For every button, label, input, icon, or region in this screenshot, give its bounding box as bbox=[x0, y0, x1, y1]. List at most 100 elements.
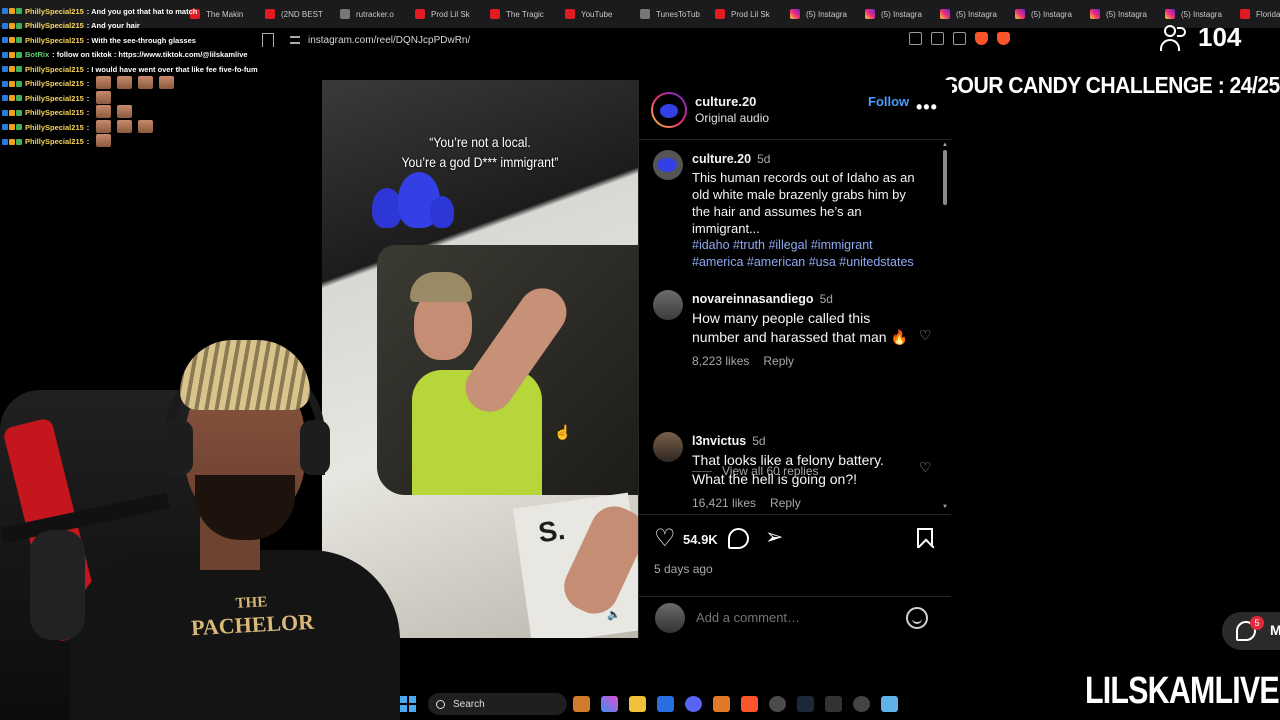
chat-message: BotRix: follow on tiktok : https://www.t… bbox=[2, 48, 322, 63]
youtube-favicon-icon bbox=[490, 9, 500, 19]
follow-button[interactable]: Follow bbox=[868, 94, 909, 109]
brave-shields-icon[interactable] bbox=[975, 32, 988, 45]
like-comment-icon[interactable]: ♡ bbox=[919, 460, 933, 474]
chat-username[interactable]: PhillySpecial215 bbox=[25, 7, 84, 16]
chat-emote-icon bbox=[96, 105, 112, 119]
share-icon[interactable]: ➢ bbox=[765, 525, 783, 549]
comment-username[interactable]: novareinnasandiego bbox=[692, 292, 814, 306]
browser-tab[interactable]: YouTube bbox=[555, 3, 630, 25]
browser-tab[interactable]: Prod Lil Sk bbox=[705, 3, 780, 25]
youtube-favicon-icon bbox=[415, 9, 425, 19]
chat-message: PhillySpecial215: bbox=[2, 105, 322, 121]
chat-text: : With the see-through glasses bbox=[86, 35, 196, 45]
chat-username[interactable]: PhillySpecial215 bbox=[25, 21, 84, 30]
author-avatar[interactable] bbox=[651, 91, 687, 128]
brave-rewards-icon[interactable] bbox=[997, 32, 1010, 45]
chat-badges-icon bbox=[2, 8, 22, 15]
chat-badges-icon bbox=[2, 109, 22, 116]
steam-icon[interactable] bbox=[797, 696, 814, 712]
chat-username[interactable]: PhillySpecial215 bbox=[25, 36, 84, 45]
browser-tab-label: rutracker.o bbox=[356, 9, 394, 19]
browser-tab[interactable]: (5) Instagra bbox=[855, 3, 930, 25]
share-icon[interactable] bbox=[953, 32, 966, 45]
url-text[interactable]: instagram.com/reel/DQNJcpPDwRn/ bbox=[308, 35, 470, 46]
reply-button[interactable]: Reply bbox=[763, 354, 794, 368]
discord-icon[interactable] bbox=[685, 696, 702, 712]
browser-tab[interactable]: (5) Instagra bbox=[1005, 3, 1080, 25]
like-comment-icon[interactable]: ♡ bbox=[919, 328, 933, 342]
comments-scrollbar[interactable]: ▲ ▼ bbox=[942, 142, 948, 512]
chat-message: PhillySpecial215: And you got that hat t… bbox=[2, 4, 322, 19]
viewer-count: 104 bbox=[1160, 22, 1241, 53]
scroll-up-icon[interactable]: ▲ bbox=[942, 142, 948, 148]
comment-avatar[interactable] bbox=[653, 290, 683, 320]
hashtags[interactable]: #idaho #truth #illegal #immigrant #ameri… bbox=[692, 237, 918, 271]
chat-username[interactable]: BotRix bbox=[25, 50, 49, 59]
chat-username[interactable]: PhillySpecial215 bbox=[25, 65, 84, 74]
screenshot-icon[interactable] bbox=[909, 32, 922, 45]
add-comment-bar bbox=[639, 596, 951, 638]
browser-tab-label: (5) Instagra bbox=[956, 9, 997, 19]
obs-icon[interactable] bbox=[769, 696, 786, 712]
comment-likes[interactable]: 8,223 likes bbox=[692, 354, 749, 368]
comment-avatar[interactable] bbox=[653, 150, 683, 180]
windows-start-icon[interactable] bbox=[400, 696, 416, 712]
speaker-icon[interactable]: 🔈 bbox=[607, 608, 621, 621]
browser-tab[interactable]: The Tragic bbox=[480, 3, 555, 25]
comment-username[interactable]: l3nvictus bbox=[692, 434, 746, 448]
save-icon[interactable] bbox=[917, 528, 933, 548]
zoom-icon[interactable] bbox=[931, 32, 944, 45]
chat-username[interactable]: PhillySpecial215 bbox=[25, 108, 84, 117]
messenger-bubble[interactable]: 5 M bbox=[1222, 612, 1280, 650]
chat-username[interactable]: PhillySpecial215 bbox=[25, 123, 84, 132]
chat-username[interactable]: PhillySpecial215 bbox=[25, 137, 84, 146]
chat-username[interactable]: PhillySpecial215 bbox=[25, 79, 84, 88]
post-date: 5 days ago bbox=[654, 562, 713, 576]
chat-badges-icon bbox=[2, 80, 22, 87]
nvidia-icon[interactable] bbox=[825, 696, 842, 712]
reply-button[interactable]: Reply bbox=[770, 496, 801, 510]
comment-icon[interactable] bbox=[728, 528, 749, 549]
chat-text: : bbox=[86, 108, 90, 118]
chat-username[interactable]: PhillySpecial215 bbox=[25, 94, 84, 103]
browser-tab[interactable]: Prod Lil Sk bbox=[405, 3, 480, 25]
app-icon[interactable] bbox=[713, 696, 730, 712]
comment-likes[interactable]: 16,421 likes bbox=[692, 496, 756, 510]
taskbar-search[interactable]: Search bbox=[428, 693, 567, 715]
scroll-down-icon[interactable]: ▼ bbox=[942, 504, 948, 510]
browser-tab[interactable]: (5) Instagra bbox=[930, 3, 1005, 25]
store-icon[interactable] bbox=[657, 696, 674, 712]
file-explorer-icon[interactable] bbox=[629, 696, 646, 712]
4k-downloader-icon[interactable] bbox=[853, 696, 870, 712]
comment-time: 5d bbox=[752, 434, 766, 448]
comment-text: That looks like a felony battery. What t… bbox=[692, 452, 884, 487]
chat-emote-icon bbox=[96, 90, 112, 104]
browser-tab-label: (5) Instagra bbox=[1106, 9, 1147, 19]
instagram-favicon-icon bbox=[940, 9, 950, 19]
browser-tab[interactable]: TunesToTub bbox=[630, 3, 705, 25]
caption-line-1: “You’re not a local. bbox=[429, 134, 531, 150]
comment-username[interactable]: culture.20 bbox=[692, 152, 751, 166]
comment-avatar[interactable] bbox=[653, 432, 683, 462]
weather-app-icon[interactable] bbox=[573, 696, 590, 712]
browser-tab[interactable]: rutracker.o bbox=[330, 3, 405, 25]
author-username[interactable]: culture.20 bbox=[695, 94, 769, 109]
microphone-icon bbox=[30, 530, 85, 640]
audio-label[interactable]: Original audio bbox=[695, 111, 769, 125]
instagram-favicon-icon bbox=[790, 9, 800, 19]
video-caption: “You’re not a local. You’re a god D*** i… bbox=[387, 132, 574, 172]
browser-tab[interactable]: (5) Instagra bbox=[1080, 3, 1155, 25]
more-options-icon[interactable]: ••• bbox=[916, 97, 938, 118]
browser-tab-label: TunesToTub bbox=[656, 9, 700, 19]
emoji-icon[interactable] bbox=[906, 607, 928, 629]
notepad-icon[interactable] bbox=[881, 696, 898, 712]
browser-tab[interactable]: (5) Instagra bbox=[780, 3, 855, 25]
brave-browser-icon[interactable] bbox=[741, 696, 758, 712]
copilot-icon[interactable] bbox=[601, 696, 618, 712]
like-icon[interactable]: ♡ bbox=[654, 527, 676, 551]
like-count[interactable]: 54.9K bbox=[683, 532, 718, 547]
scroll-thumb[interactable] bbox=[943, 150, 947, 205]
comment-input[interactable] bbox=[696, 610, 896, 625]
headset-cup-left bbox=[163, 420, 193, 475]
comments-list[interactable]: culture.20 5d This human records out of I… bbox=[639, 142, 951, 512]
